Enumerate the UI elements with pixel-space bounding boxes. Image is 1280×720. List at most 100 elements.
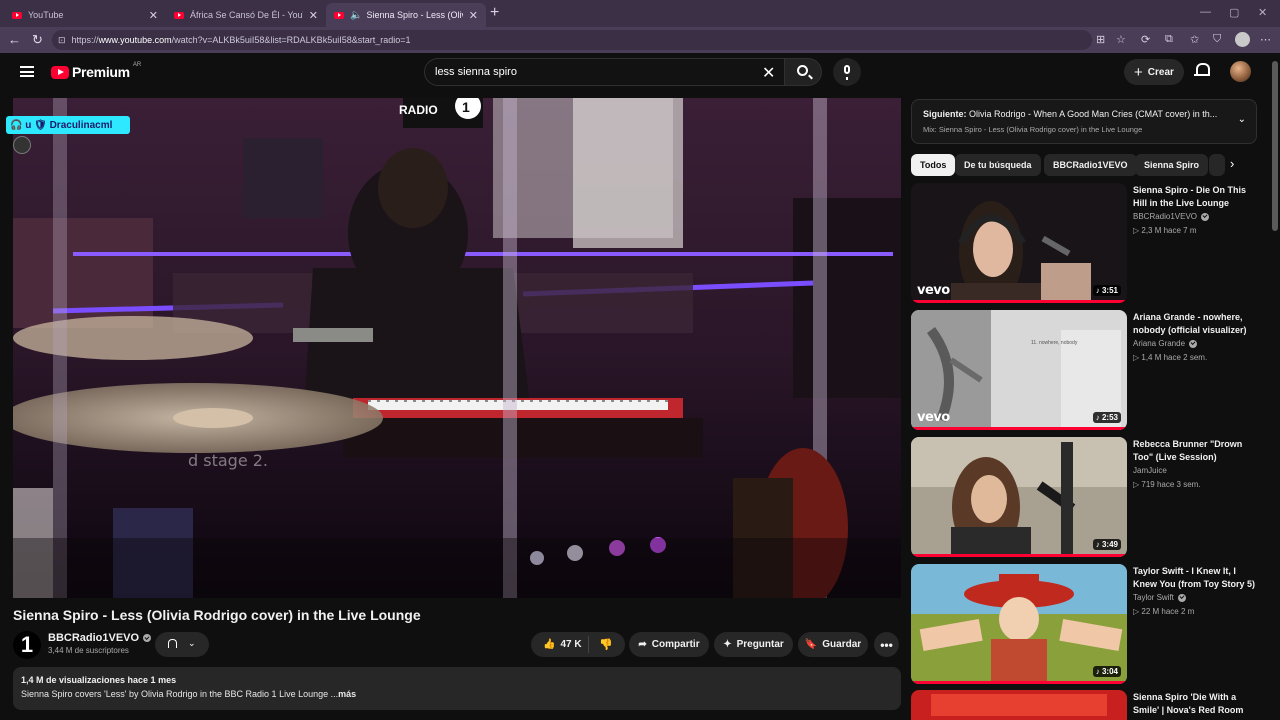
browser-tab-sienna-active[interactable]: 🔈 Sienna Spiro - Less (Olivia Rod ✕	[326, 3, 486, 27]
watch-progress-bar	[911, 300, 1127, 303]
channel-name[interactable]: BBCRadio1VEVO	[48, 632, 152, 644]
up-next-panel[interactable]: Siguiente: Olivia Rodrigo - When A Good …	[911, 99, 1257, 144]
notifications-bell-icon[interactable]	[1194, 63, 1210, 79]
recommendation-item[interactable]: ♪ 3:49 Rebecca Brunner "Drown Too" (Live…	[911, 437, 1257, 557]
page-scrollbar[interactable]	[1270, 53, 1280, 720]
chip-todos[interactable]: Todos	[911, 154, 956, 176]
search-button[interactable]	[784, 58, 822, 86]
meta-text: 1,4 M hace 2 sem.	[1141, 353, 1208, 362]
browser-tab-bar: YouTube ✕ África Se Cansó De Él - YouTub…	[0, 0, 1280, 27]
recommendation-channel[interactable]: JamJuice	[1133, 466, 1167, 475]
voice-search-button[interactable]	[833, 58, 861, 86]
recommendation-title[interactable]: Sienna Spiro - Die On This Hill in the L…	[1133, 184, 1257, 210]
speaker-icon[interactable]: 🔈	[350, 10, 362, 21]
meta-text: 719 hace 3 sem.	[1141, 480, 1201, 489]
channel-name-text: BBCRadio1VEVO	[48, 632, 140, 644]
description-more-link[interactable]: más	[338, 689, 356, 699]
more-menu-icon[interactable]: ⋯	[1260, 33, 1271, 46]
description-box[interactable]: 1,4 M de visualizaciones hace 1 mes Sien…	[13, 667, 901, 710]
browser-profile-avatar[interactable]	[1235, 32, 1250, 47]
video-thumbnail[interactable]	[911, 690, 1127, 720]
recommendation-item[interactable]: 11. nowhere, nobody vevo ♪ 2:53 Ariana G…	[911, 310, 1257, 430]
clear-search-icon[interactable]: ✕	[762, 63, 775, 83]
duration-badge: ♪ 3:51	[1092, 285, 1121, 296]
minimize-icon[interactable]: —	[1200, 6, 1211, 18]
chip-partial[interactable]	[1209, 154, 1225, 176]
browser-tab-youtube[interactable]: YouTube ✕	[4, 3, 166, 27]
ask-button[interactable]: ✦ Preguntar	[714, 632, 793, 657]
site-info-icon[interactable]: ⊡	[58, 35, 66, 46]
more-actions-button[interactable]: •••	[874, 632, 899, 657]
chip-de-tu-busqueda[interactable]: De tu búsqueda	[955, 154, 1041, 176]
chevron-right-icon[interactable]: ›	[1230, 156, 1234, 171]
recommendation-title[interactable]: Rebecca Brunner "Drown Too" (Live Sessio…	[1133, 438, 1257, 464]
close-tab-icon[interactable]: ✕	[149, 9, 158, 22]
thumbs-up-icon: 👍	[543, 639, 556, 650]
stream-overlay-tag: 🎧 u 🛡 Draculinacml	[6, 116, 130, 134]
browser-tab-africa[interactable]: África Se Cansó De Él - YouTube ✕	[166, 3, 326, 27]
channel-text: Taylor Swift	[1133, 593, 1174, 602]
country-code: AR	[132, 62, 142, 68]
save-button[interactable]: 🔖 Guardar	[798, 632, 868, 657]
chevron-down-icon[interactable]: ⌄	[1238, 114, 1246, 125]
create-button[interactable]: + Crear	[1124, 59, 1184, 85]
watch-progress-bar	[911, 554, 1127, 557]
duration-text: 2:53	[1101, 413, 1118, 422]
chip-sienna-spiro[interactable]: Sienna Spiro	[1135, 154, 1209, 176]
youtube-premium-logo[interactable]: Premium AR	[51, 62, 142, 80]
duration-text: 3:51	[1101, 286, 1118, 295]
url-field[interactable]: ⊡ https://www.youtube.com/watch?v=ALKBk5…	[52, 30, 1092, 50]
app-available-icon[interactable]: ⊞	[1096, 33, 1105, 46]
like-button[interactable]: 👍 47 K	[531, 636, 589, 653]
up-next-title: Olivia Rodrigo - When A Good Man Cries (…	[969, 109, 1218, 119]
search-input[interactable]: less sienna spiro	[424, 58, 786, 86]
up-next-title-line: Siguiente: Olivia Rodrigo - When A Good …	[923, 109, 1223, 119]
meta-text: 2,3 M hace 7 m	[1141, 226, 1197, 235]
back-arrow-icon[interactable]: ←	[8, 32, 21, 47]
favorite-star-icon[interactable]: ☆	[1116, 33, 1126, 46]
recommendation-title[interactable]: Sienna Spiro 'Die With a Smile' | Nova's…	[1133, 691, 1257, 717]
svg-text:d stage 2.: d stage 2.	[188, 451, 268, 470]
refresh-page-icon[interactable]: ⟳	[1141, 33, 1150, 46]
description-text: Sienna Spiro covers 'Less' by Olivia Rod…	[21, 689, 893, 699]
user-avatar[interactable]	[1230, 61, 1251, 82]
video-thumbnail[interactable]: ♪ 3:49	[911, 437, 1127, 557]
recommendation-meta: ▷ 719 hace 3 sem.	[1133, 480, 1201, 489]
recommendation-title[interactable]: Taylor Swift - I Knew It, I Knew You (fr…	[1133, 565, 1257, 591]
close-tab-icon[interactable]: ✕	[309, 9, 318, 22]
recommendation-channel[interactable]: BBCRadio1VEVO	[1133, 212, 1210, 221]
new-tab-icon[interactable]: +	[490, 4, 499, 22]
channel-text: BBCRadio1VEVO	[1133, 212, 1198, 221]
chip-bbcradio1vevo[interactable]: BBCRadio1VEVO	[1044, 154, 1137, 176]
share-arrow-icon: ➦	[638, 639, 647, 650]
video-thumbnail[interactable]: 11. nowhere, nobody vevo ♪ 2:53	[911, 310, 1127, 430]
recommendation-item[interactable]: Sienna Spiro 'Die With a Smile' | Nova's…	[911, 690, 1257, 720]
subscription-bell-button[interactable]: ⌄	[155, 632, 209, 657]
restore-icon[interactable]: ▢	[1229, 6, 1239, 19]
video-thumbnail[interactable]: vevo ♪ 3:51	[911, 183, 1127, 303]
like-count: 47 K	[560, 639, 582, 650]
dislike-button[interactable]: 👎	[589, 638, 613, 651]
extensions-icon[interactable]: ⧉	[1165, 33, 1173, 46]
shield-icon[interactable]: ⛉	[1213, 33, 1221, 46]
reload-icon[interactable]: ↻	[32, 32, 43, 48]
recommendation-item[interactable]: ♪ 3:04 Taylor Swift - I Knew It, I Knew …	[911, 564, 1257, 684]
share-button[interactable]: ➦ Compartir	[629, 632, 709, 657]
recommendation-title[interactable]: Ariana Grande - nowhere, nobody (officia…	[1133, 311, 1257, 337]
channel-avatar[interactable]: 1	[13, 631, 41, 659]
hamburger-menu-icon[interactable]	[20, 66, 34, 77]
url-path: /watch?v=ALKBk5uiI58&list=RDALKBk5uiI58&…	[171, 35, 411, 45]
favorites-icon[interactable]: ✩	[1190, 33, 1199, 46]
ask-label: Preguntar	[736, 639, 784, 650]
recommendation-item[interactable]: vevo ♪ 3:51 Sienna Spiro - Die On This H…	[911, 183, 1257, 303]
watch-progress-bar	[911, 681, 1127, 684]
close-window-icon[interactable]: ✕	[1258, 6, 1267, 19]
video-player[interactable]: d stage 2. 1 RADIO	[13, 98, 901, 598]
description-body: Sienna Spiro covers 'Less' by Olivia Rod…	[21, 689, 339, 699]
recommendation-channel[interactable]: Taylor Swift	[1133, 593, 1186, 602]
tab-title: África Se Cansó De Él - YouTube	[190, 10, 303, 20]
recommendation-channel[interactable]: Ariana Grande	[1133, 339, 1198, 348]
video-thumbnail[interactable]: ♪ 3:04	[911, 564, 1127, 684]
close-tab-icon[interactable]: ✕	[469, 9, 478, 22]
scrollbar-thumb[interactable]	[1272, 61, 1278, 231]
